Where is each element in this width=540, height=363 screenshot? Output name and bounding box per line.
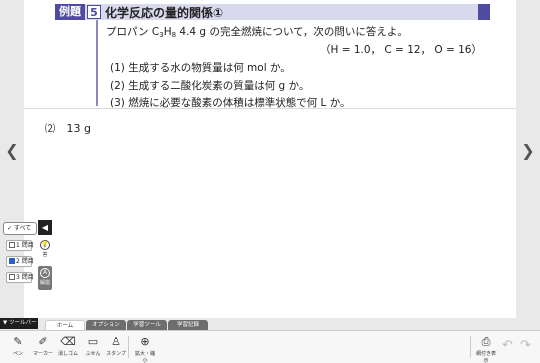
explanation-icon: A [40,268,50,278]
tab-study-records[interactable]: 学習記録 [168,320,208,330]
sticky-note-icon: ▭ [87,335,99,348]
eraser-icon: ⌫ [60,335,76,348]
header-end-marker [478,4,490,20]
checkbox-checked-icon [9,258,15,264]
section-divider [24,108,516,109]
question-1: (1) 生成する水の物質量は何 mol か。 [110,62,291,74]
toolbar-separator [128,336,129,358]
print-view-button[interactable]: ⎙ 網付き表示 [474,334,498,363]
answer-value: 13 g [66,122,91,135]
answer-number: ⑵ [45,124,55,135]
viewer-page: ❮ ❯ 例題 5 化学反応の量的関係① プロパン C3H8 4.4 g の完全燃… [0,0,540,363]
tab-study-tools[interactable]: 学習ツール [127,320,167,330]
problem-title: 化学反応の量的関係① [105,5,224,20]
tab-home[interactable]: ホーム [45,320,85,330]
bottom-toolbar: ✎ ペン ✐ マーカー ⌫ 消しゴム ▭ ふせん ♙ スタンプ ⊕ 拡大・縮小 … [0,330,540,363]
problem-number: 5 [87,5,101,19]
answer: ⑵ 13 g [45,120,91,135]
toolbar-separator [470,336,471,358]
marker-tool[interactable]: ✐ マーカー [31,334,55,362]
stamp-icon: ♙ [111,335,121,348]
redo-icon[interactable]: ↷ [520,338,531,353]
collapse-panel-icon[interactable]: ◀ [38,220,52,235]
toolbar-tabs: ホーム オプション 学習ツール 学習記録 [45,320,209,330]
prev-page-icon[interactable]: ❮ [3,140,21,162]
problem-body: プロパン C3H8 4.4 g の完全燃焼について，次の問いに答えよ。 （H =… [96,20,490,109]
undo-icon[interactable]: ↶ [502,338,513,353]
zoom-icon: ⊕ [140,335,150,348]
lightbulb-icon: 💡 [40,240,50,250]
zoom-tool[interactable]: ⊕ 拡大・縮小 [133,334,157,363]
checkbox-icon [9,242,15,248]
next-page-icon[interactable]: ❯ [519,140,537,162]
marker-icon: ✐ [38,335,48,348]
pen-tool[interactable]: ✎ ペン [6,334,30,362]
hint-button[interactable]: 💡 答 [38,238,52,262]
toolbar-toggle-button[interactable]: ▼ ツールバー [0,318,38,329]
sticky-note-tool[interactable]: ▭ ふせん [81,334,105,362]
pen-icon: ✎ [13,335,23,348]
print-icon: ⎙ [481,335,491,348]
problem-tag: 例題 [55,4,85,20]
atomic-masses: （H = 1.0， C = 12， O = 16） [319,44,482,56]
filter-question-2[interactable]: 2 問目 [6,256,34,267]
filter-question-3[interactable]: 3 問目 [6,272,34,283]
explanation-button[interactable]: A 解説 [38,266,52,290]
tab-options[interactable]: オプション [86,320,126,330]
eraser-tool[interactable]: ⌫ 消しゴム [56,334,80,362]
filter-question-1[interactable]: 1 問目 [6,240,34,251]
show-all-button[interactable]: ✓ すべて [3,222,37,235]
problem-statement: プロパン C3H8 4.4 g の完全燃焼について，次の問いに答えよ。 [106,26,408,39]
answer-filter-panel: ✓ すべて ◀ 1 問目 2 問目 3 問目 💡 答 A 解説 [0,220,52,320]
problem-header: 例題 5 化学反応の量的関係① [55,4,490,20]
stamp-tool[interactable]: ♙ スタンプ [104,334,128,362]
question-2: (2) 生成する二酸化炭素の質量は何 g か。 [110,80,310,92]
checkbox-icon [9,274,15,280]
